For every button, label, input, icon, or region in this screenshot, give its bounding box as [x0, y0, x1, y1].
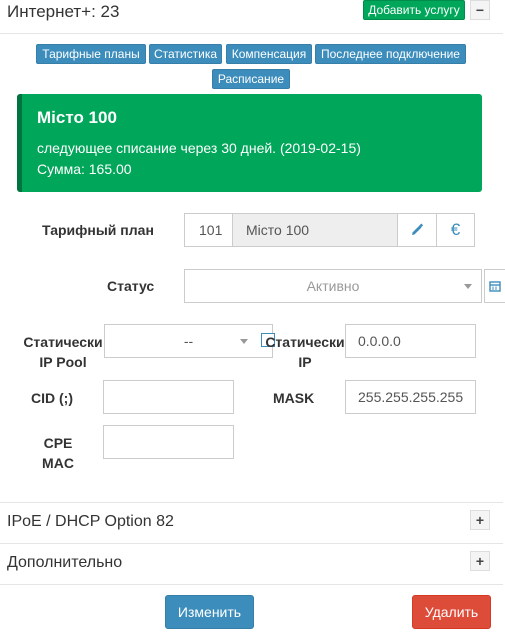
mask-label: MASK	[273, 390, 315, 406]
add-service-button[interactable]: Добавить услугу	[363, 0, 465, 20]
alert-title: Місто 100	[37, 108, 117, 127]
euro-icon: €	[450, 220, 461, 239]
calendar-button[interactable]	[484, 269, 505, 303]
header-divider	[0, 33, 503, 34]
plus-icon: +	[475, 553, 485, 569]
static-ip-pool-value: --	[183, 333, 194, 349]
status-label: Статус	[107, 278, 155, 294]
tab-last-connection[interactable]: Последнее подключение	[315, 44, 466, 64]
tariff-alert: Місто 100 следующее списание через 30 дн…	[17, 94, 482, 192]
cpe-mac-label: CPE MAC	[42, 435, 74, 471]
plus-icon: +	[475, 512, 485, 528]
chevron-down-icon	[240, 339, 248, 344]
tab-schedule[interactable]: Расписание	[212, 69, 290, 89]
minus-icon: −	[475, 2, 485, 18]
additional-section-title[interactable]: Дополнительно	[7, 554, 122, 572]
static-ip-input[interactable]: 0.0.0.0	[345, 324, 476, 358]
ipoe-section-title[interactable]: IPoE / DHCP Option 82	[7, 513, 174, 531]
tariff-id-field: 101	[184, 213, 233, 247]
status-value: Активно	[306, 278, 360, 294]
currency-button[interactable]: €	[436, 213, 475, 247]
section-divider	[0, 502, 503, 503]
next-charge-text: следующее списание через 30 дней. (2019-…	[37, 140, 361, 156]
mask-input[interactable]: 255.255.255.255	[345, 380, 476, 414]
section-divider	[0, 543, 503, 544]
service-title: Интернет+: 23	[7, 2, 120, 21]
tariff-name-field: Місто 100	[232, 213, 398, 247]
section-divider	[0, 584, 503, 585]
calendar-icon	[489, 281, 501, 292]
cpe-mac-input[interactable]	[103, 425, 234, 459]
static-ip-label: Статически IP	[265, 334, 345, 370]
edit-tariff-button[interactable]	[397, 213, 437, 247]
ipoe-expand-button[interactable]: +	[470, 510, 490, 530]
additional-expand-button[interactable]: +	[470, 551, 490, 571]
amount-text: Сумма: 165.00	[37, 161, 132, 177]
tab-compensation[interactable]: Компенсация	[226, 44, 312, 64]
static-ip-pool-select[interactable]: --	[104, 324, 273, 358]
tab-tariff-plans[interactable]: Тарифные планы	[36, 44, 146, 64]
status-select[interactable]: Активно	[184, 269, 482, 303]
delete-button[interactable]: Удалить	[412, 595, 491, 629]
cid-label: CID (;)	[31, 390, 73, 406]
change-button[interactable]: Изменить	[165, 595, 254, 629]
tab-statistics[interactable]: Статистика	[149, 44, 222, 64]
pencil-icon	[412, 223, 424, 235]
collapse-button[interactable]: −	[470, 0, 490, 20]
chevron-down-icon	[464, 284, 472, 289]
static-ip-pool-label: Статически IP Pool	[23, 334, 103, 370]
tariff-plan-label: Тарифный план	[42, 222, 154, 238]
cid-input[interactable]	[103, 380, 234, 414]
